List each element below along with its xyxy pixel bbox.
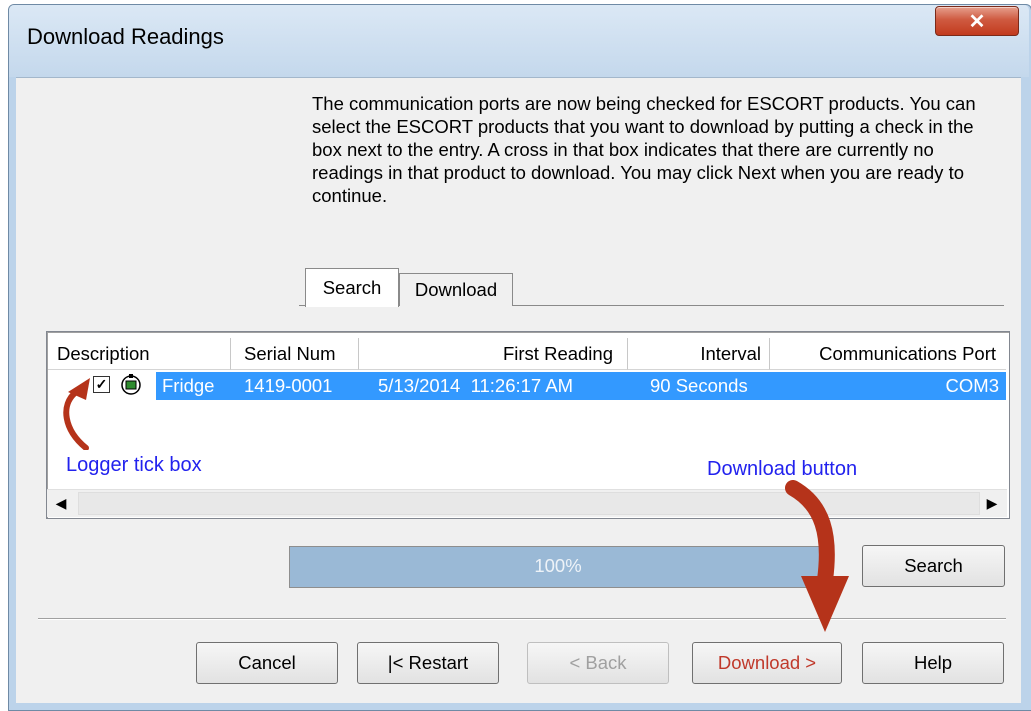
instructions-text: The communication ports are now being ch… xyxy=(312,93,976,206)
arrow-left-icon: ◀ xyxy=(55,494,67,511)
annotation-logger-tick-box: Logger tick box xyxy=(66,454,202,476)
cell-description: Fridge xyxy=(162,375,215,396)
tab-search[interactable]: Search xyxy=(305,268,399,307)
help-button[interactable]: Help xyxy=(862,642,1004,684)
close-button[interactable]: ✕ xyxy=(935,6,1019,36)
download-button[interactable]: Download > xyxy=(692,642,842,684)
close-icon: ✕ xyxy=(968,10,986,33)
restart-button[interactable]: |< Restart xyxy=(357,642,499,684)
column-header-serial[interactable]: Serial Num xyxy=(231,338,359,370)
cell-first-reading: 5/13/2014 11:26:17 AM xyxy=(378,375,574,396)
progress-label: 100% xyxy=(534,555,582,576)
cell-port: COM3 xyxy=(945,375,999,396)
column-header-interval[interactable]: Interval xyxy=(628,338,770,370)
scroll-right-button[interactable]: ▶ xyxy=(979,490,1005,516)
annotation-arrow-tickbox xyxy=(63,378,90,450)
column-header-first-reading[interactable]: First Reading xyxy=(359,338,628,370)
column-header-description[interactable]: Description xyxy=(48,338,231,370)
annotation-arrow-download xyxy=(785,480,849,632)
column-header-port[interactable]: Communications Port xyxy=(770,338,1006,370)
annotation-download-button: Download button xyxy=(707,458,858,480)
logger-device-icon xyxy=(121,374,141,395)
tab-download[interactable]: Download xyxy=(399,273,513,306)
cell-interval: 90 Seconds xyxy=(650,375,748,396)
search-button[interactable]: Search xyxy=(862,545,1005,587)
cancel-button[interactable]: Cancel xyxy=(196,642,338,684)
cell-serial: 1419-0001 xyxy=(244,375,333,396)
back-button[interactable]: < Back xyxy=(527,642,669,684)
arrow-right-icon: ▶ xyxy=(986,494,998,511)
window-title: Download Readings xyxy=(27,24,224,49)
scroll-left-button[interactable]: ◀ xyxy=(48,490,74,516)
download-readings-dialog: Download Readings ✕ The communication po… xyxy=(0,0,1031,711)
